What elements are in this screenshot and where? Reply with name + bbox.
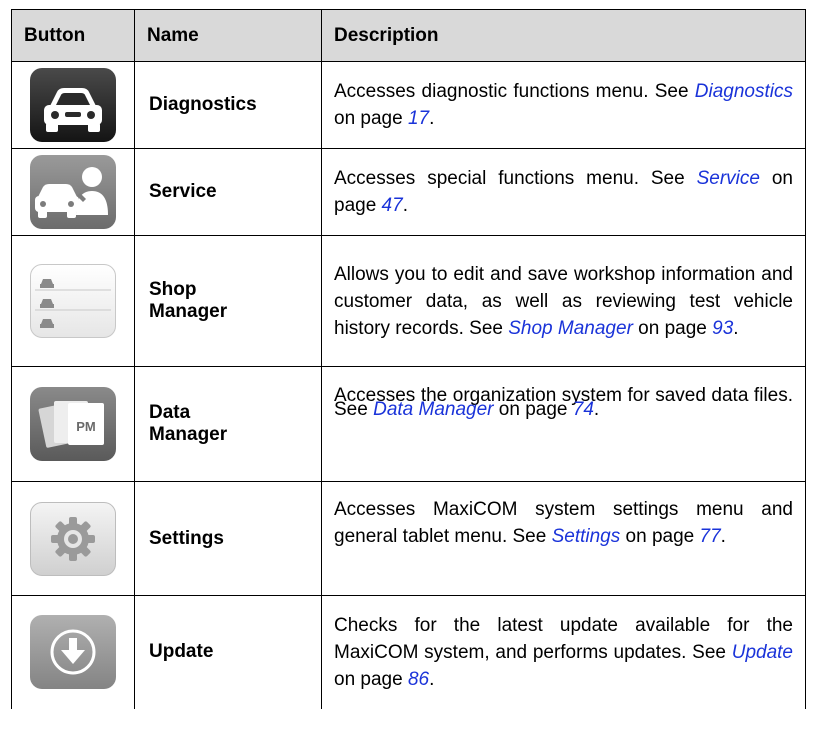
desc-text: Accesses special functions menu. See bbox=[334, 168, 697, 189]
header-description: Description bbox=[321, 9, 806, 62]
row-name: Update bbox=[134, 595, 322, 709]
desc-text: . bbox=[720, 526, 726, 547]
buttons-table: Button Name Description Diagnostics Acce… bbox=[11, 9, 806, 709]
desc-text: . bbox=[733, 317, 739, 339]
row-name: Data Manager bbox=[134, 366, 322, 482]
car-mechanic-icon[interactable] bbox=[30, 155, 116, 229]
button-cell: PM bbox=[11, 366, 135, 482]
button-cell bbox=[11, 595, 135, 709]
desc-text: Checks for the latest update available f… bbox=[334, 614, 793, 663]
row-name: Settings bbox=[134, 481, 322, 596]
row-name: Diagnostics bbox=[134, 61, 322, 149]
page-link[interactable]: 77 bbox=[700, 526, 721, 547]
table-row: Service Accesses special functions menu.… bbox=[11, 148, 806, 236]
header-button: Button bbox=[11, 9, 135, 62]
table-row: Update Checks for the latest update avai… bbox=[11, 595, 806, 709]
desc-link[interactable]: Data Manager bbox=[373, 399, 493, 420]
svg-text:PM: PM bbox=[76, 419, 96, 434]
button-cell bbox=[11, 148, 135, 236]
table-row: PM Data Manager Accesses the organization… bbox=[11, 366, 806, 482]
row-description: Accesses diagnostic functions menu. See … bbox=[321, 61, 806, 149]
desc-text: . bbox=[429, 668, 435, 690]
row-description: Accesses the organization system for sav… bbox=[321, 366, 806, 482]
desc-link[interactable]: Service bbox=[697, 168, 760, 189]
vehicle-list-icon[interactable] bbox=[30, 264, 116, 338]
desc-link[interactable]: Settings bbox=[552, 526, 621, 547]
table-row: Diagnostics Accesses diagnostic function… bbox=[11, 61, 806, 149]
photo-files-icon[interactable]: PM bbox=[30, 387, 116, 461]
desc-text: on page bbox=[620, 526, 700, 547]
row-name: Service bbox=[134, 148, 322, 236]
desc-link[interactable]: Diagnostics bbox=[695, 81, 793, 102]
button-cell bbox=[11, 61, 135, 149]
desc-text: on page bbox=[334, 108, 408, 129]
gear-icon[interactable] bbox=[30, 501, 116, 576]
page-link[interactable]: 93 bbox=[712, 318, 733, 339]
desc-link[interactable]: Shop Manager bbox=[508, 318, 633, 339]
page-link[interactable]: 74 bbox=[573, 399, 594, 420]
row-description: Accesses special functions menu. See Ser… bbox=[321, 148, 806, 236]
row-description: Checks for the latest update available f… bbox=[321, 595, 806, 709]
page-link[interactable]: 17 bbox=[408, 108, 429, 129]
car-icon[interactable] bbox=[30, 68, 116, 142]
row-description: Allows you to edit and save workshop inf… bbox=[321, 235, 806, 367]
header-name: Name bbox=[134, 9, 322, 62]
page-link[interactable]: 86 bbox=[408, 669, 429, 690]
desc-text: . bbox=[593, 399, 600, 420]
desc-text: on page bbox=[334, 668, 408, 690]
page-link[interactable]: 47 bbox=[382, 195, 403, 216]
button-cell bbox=[11, 235, 135, 367]
desc-text: Accesses diagnostic functions menu. See bbox=[334, 81, 695, 102]
row-name: Shop Manager bbox=[134, 235, 322, 367]
table-row: Shop Manager Allows you to edit and save … bbox=[11, 235, 806, 367]
desc-text: . bbox=[429, 108, 435, 129]
desc-text: . bbox=[402, 195, 408, 216]
desc-text: on page bbox=[493, 399, 573, 420]
table-header-row: Button Name Description bbox=[11, 9, 806, 62]
desc-link[interactable]: Update bbox=[732, 642, 793, 663]
desc-text: on page bbox=[632, 317, 713, 339]
download-arrow-icon[interactable] bbox=[30, 615, 116, 690]
row-description: Accesses MaxiCOM system settings menu an… bbox=[321, 481, 806, 596]
table-row: Settings Accesses MaxiCOM system setting… bbox=[11, 481, 806, 596]
button-cell bbox=[11, 481, 135, 596]
